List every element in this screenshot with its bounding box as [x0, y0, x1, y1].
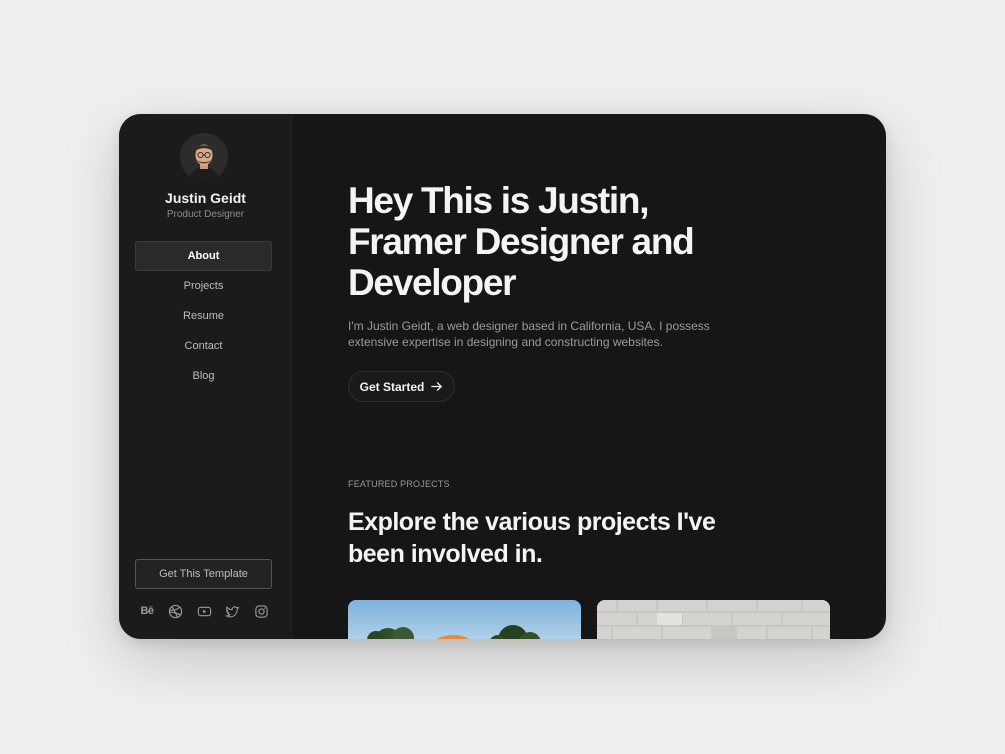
- sidebar-item-resume[interactable]: Resume: [135, 301, 272, 331]
- avatar: [180, 133, 228, 181]
- sidebar: Justin Geidt Product Designer About Proj…: [119, 114, 292, 639]
- project-card[interactable]: [597, 600, 830, 639]
- sidebar-item-projects[interactable]: Projects: [135, 271, 272, 301]
- behance-icon-text: Bē: [140, 605, 154, 617]
- profile-role: Product Designer: [166, 209, 245, 220]
- project-thumbnail: [367, 625, 541, 639]
- twitter-icon[interactable]: [225, 603, 241, 619]
- youtube-icon[interactable]: [196, 603, 212, 619]
- sidebar-item-contact[interactable]: Contact: [135, 331, 272, 361]
- app-window: Justin Geidt Product Designer About Proj…: [119, 114, 886, 639]
- sidebar-item-about[interactable]: About: [135, 241, 272, 271]
- featured-eyebrow: FEATURED PROJECTS: [348, 479, 450, 489]
- featured-title: Explore the various projects I've been i…: [348, 508, 716, 568]
- get-template-button[interactable]: Get This Template: [135, 559, 272, 589]
- get-started-label: Get Started: [359, 379, 425, 394]
- project-card[interactable]: [348, 600, 581, 639]
- profile-name: Justin Geidt: [165, 190, 246, 206]
- avatar-image: [180, 133, 228, 181]
- hero-description: I'm Justin Geidt, a web designer based i…: [348, 319, 710, 349]
- main-content: Hey This is Justin, Framer Designer and …: [293, 114, 886, 639]
- social-links: Bē: [139, 603, 269, 619]
- dribbble-icon[interactable]: [168, 603, 184, 619]
- sidebar-nav: About Projects Resume Contact Blog: [135, 241, 272, 391]
- arrow-right-icon: [431, 382, 443, 391]
- behance-icon[interactable]: Bē: [139, 603, 155, 619]
- get-started-button[interactable]: Get Started: [348, 371, 455, 402]
- project-thumbnail: [597, 600, 830, 639]
- hero-title: Hey This is Justin, Framer Designer and …: [348, 180, 695, 303]
- instagram-icon[interactable]: [253, 603, 269, 619]
- sidebar-item-blog[interactable]: Blog: [135, 361, 272, 391]
